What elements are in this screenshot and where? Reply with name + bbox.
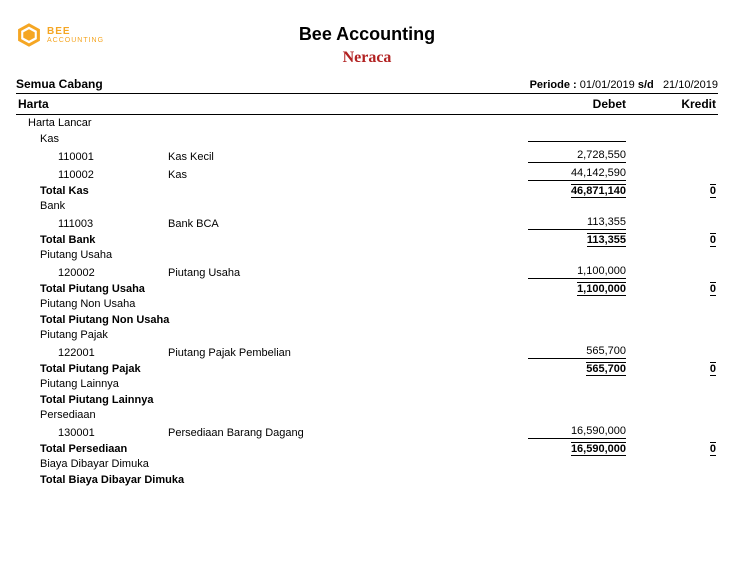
brand-line2: ACCOUNTING: [47, 37, 104, 44]
row-persediaan-header: Persediaan: [16, 408, 718, 423]
brand-line1: BEE: [47, 27, 104, 37]
row-pu-header: Piutang Usaha: [16, 248, 718, 263]
col-harta: Harta: [16, 94, 498, 115]
row-pu: 120002Piutang Usaha1,100,000: [16, 263, 718, 281]
row-ppajak-header: Piutang Pajak: [16, 328, 718, 343]
row-total-pnu: Total Piutang Non Usaha: [16, 312, 718, 328]
row-pd: 130001Persediaan Barang Dagang16,590,000: [16, 423, 718, 441]
period-row: Semua Cabang Periode : 01/01/2019 s/d 21…: [16, 77, 718, 91]
col-kredit: Kredit: [628, 94, 718, 115]
balance-table: Harta Debet Kredit Harta Lancar Kas 1100…: [16, 93, 718, 488]
period-range: Periode : 01/01/2019 s/d 21/10/2019: [530, 79, 718, 91]
branch-filter: Semua Cabang: [16, 77, 103, 91]
row-total-bank: Total Bank113,3550: [16, 232, 718, 248]
row-kas-header: Kas: [16, 131, 718, 147]
row-bank-header: Bank: [16, 199, 718, 214]
row-bank-bca: 111003Bank BCA113,355: [16, 214, 718, 232]
row-total-pd: Total Persediaan16,590,0000: [16, 441, 718, 457]
row-pnu-header: Piutang Non Usaha: [16, 297, 718, 312]
row-total-bdd: Total Biaya Dibayar Dimuka: [16, 472, 718, 488]
row-harta-lancar: Harta Lancar: [16, 115, 718, 132]
row-kas: 110002Kas44,142,590: [16, 165, 718, 183]
table-header-row: Harta Debet Kredit: [16, 94, 718, 115]
row-plain-header: Piutang Lainnya: [16, 377, 718, 392]
logo-hex-icon: [16, 22, 42, 48]
row-total-pp: Total Piutang Pajak565,7000: [16, 361, 718, 377]
report-subtitle: Neraca: [16, 49, 718, 67]
row-pp: 122001Piutang Pajak Pembelian565,700: [16, 343, 718, 361]
row-kas-kecil: 110001Kas Kecil2,728,550: [16, 147, 718, 165]
brand-logo: BEE ACCOUNTING: [16, 22, 104, 48]
row-total-kas: Total Kas46,871,1400: [16, 183, 718, 199]
report-title: Bee Accounting: [16, 24, 718, 45]
row-bdd-header: Biaya Dibayar Dimuka: [16, 457, 718, 472]
row-total-plain: Total Piutang Lainnya: [16, 392, 718, 408]
row-total-pu: Total Piutang Usaha1,100,0000: [16, 281, 718, 297]
col-debet: Debet: [498, 94, 628, 115]
